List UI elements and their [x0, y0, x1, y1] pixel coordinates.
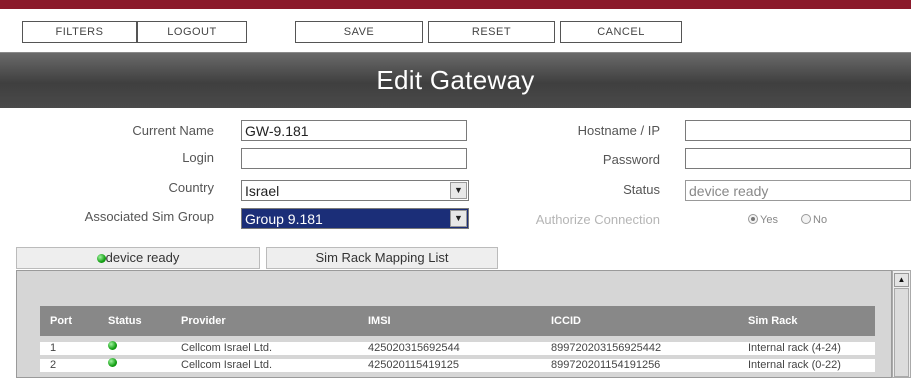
sim-rack-cell: Internal rack (0-22) — [748, 359, 841, 371]
top-accent-bar — [0, 0, 911, 9]
country-label: Country — [168, 180, 214, 195]
iccid-cell: 899720201154191256 — [551, 359, 661, 371]
imsi-cell: 425020315692544 — [368, 342, 460, 354]
vertical-scrollbar[interactable]: ▲ — [892, 270, 911, 378]
cancel-button[interactable]: CANCEL — [560, 21, 682, 43]
authorize-yes-radio[interactable]: Yes — [748, 214, 778, 226]
sim-group-select-value: Group 9.181 — [245, 211, 323, 227]
radio-selected-icon — [748, 214, 758, 224]
sim-group-select[interactable]: Group 9.181 ▼ — [241, 208, 469, 229]
table-header-row: Port Status Provider IMSI ICCID Sim Rack — [40, 306, 875, 336]
table-row[interactable]: 1 Cellcom Israel Ltd. 425020315692544 89… — [40, 341, 875, 355]
current-name-field[interactable] — [241, 120, 467, 141]
save-button[interactable]: SAVE — [295, 21, 423, 43]
radio-unselected-icon — [801, 214, 811, 224]
imsi-cell: 425020115419125 — [368, 359, 459, 371]
reset-button[interactable]: RESET — [428, 21, 555, 43]
provider-cell: Cellcom Israel Ltd. — [181, 342, 273, 354]
status-field — [685, 180, 911, 201]
status-label: Status — [623, 182, 660, 197]
sim-group-label: Associated Sim Group — [84, 209, 214, 224]
column-header-port[interactable]: Port — [50, 315, 72, 327]
login-label: Login — [182, 150, 214, 165]
authorize-yes-label: Yes — [760, 214, 778, 226]
table-row[interactable]: 2 Cellcom Israel Ltd. 425020115419125 89… — [40, 358, 875, 372]
hostname-label: Hostname / IP — [577, 123, 660, 138]
tab-sim-rack-mapping[interactable]: Sim Rack Mapping List — [266, 247, 498, 269]
password-label: Password — [602, 152, 660, 167]
tab-sim-rack-mapping-label: Sim Rack Mapping List — [315, 250, 449, 265]
toolbar: FILTERS LOGOUT SAVE RESET CANCEL — [0, 9, 911, 50]
page-title: Edit Gateway — [376, 65, 535, 95]
column-header-imsi[interactable]: IMSI — [368, 315, 391, 327]
port-cell: 2 — [50, 359, 57, 371]
chevron-down-icon[interactable]: ▼ — [450, 210, 467, 227]
tab-device-ready-label: device ready — [105, 250, 180, 265]
status-ok-icon — [96, 254, 106, 263]
column-header-sim-rack[interactable]: Sim Rack — [748, 315, 798, 327]
scroll-up-arrow-icon[interactable]: ▲ — [894, 273, 909, 287]
hostname-field[interactable] — [685, 120, 911, 141]
provider-cell: Cellcom Israel Ltd. — [181, 359, 273, 371]
tab-device-ready[interactable]: device ready — [16, 247, 260, 269]
password-field[interactable] — [685, 148, 911, 169]
country-select[interactable]: Israel ▼ — [241, 180, 469, 201]
column-header-status[interactable]: Status — [108, 315, 142, 327]
filters-button[interactable]: FILTERS — [22, 21, 137, 43]
column-header-provider[interactable]: Provider — [181, 315, 226, 327]
iccid-cell: 899720203156925442 — [551, 342, 662, 354]
authorize-connection-label: Authorize Connection — [535, 212, 660, 227]
title-bar: Edit Gateway — [0, 52, 911, 108]
status-ok-icon — [108, 341, 117, 354]
login-field[interactable] — [241, 148, 467, 169]
authorize-no-label: No — [813, 214, 828, 226]
column-header-iccid[interactable]: ICCID — [551, 315, 581, 327]
sim-rack-cell: Internal rack (4-24) — [748, 342, 841, 354]
authorize-no-radio[interactable]: No — [801, 214, 827, 226]
country-select-value: Israel — [245, 183, 280, 199]
scrollbar-thumb[interactable] — [894, 288, 909, 377]
port-cell: 1 — [50, 342, 57, 354]
current-name-label: Current Name — [132, 123, 214, 138]
chevron-down-icon[interactable]: ▼ — [450, 182, 467, 199]
status-ok-icon — [108, 358, 117, 371]
logout-button[interactable]: LOGOUT — [137, 21, 247, 43]
